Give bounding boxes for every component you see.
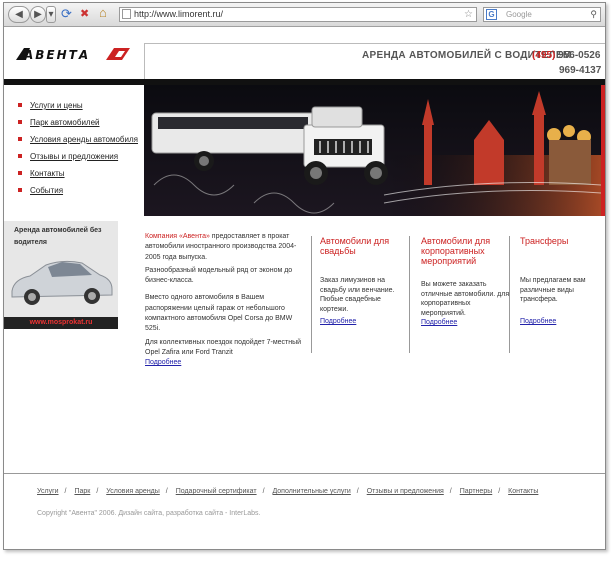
bookmark-star-icon[interactable]: ☆	[464, 8, 473, 21]
footer-link-reviews[interactable]: Отзывы и предложения	[367, 488, 444, 495]
transfers-text: Мы предлагаем вам различные виды трансфе…	[520, 277, 586, 304]
corporate-more-link[interactable]: Подробнее	[421, 319, 457, 326]
nav-item-contacts[interactable]: Контакты	[16, 169, 138, 186]
wedding-title[interactable]: Автомобили для свадьбы	[320, 236, 408, 256]
home-icon[interactable]: ⌂	[99, 6, 107, 20]
footer-separator: /	[165, 488, 168, 495]
browser-window: ◀ ▶ ▾ ⟳ ✖ ⌂ http://www.limorent.ru/ ☆ G …	[3, 2, 606, 550]
intro-text: Компания «Авента» предоставляет в прокат…	[145, 232, 305, 369]
phone-number-1: 956-0526	[558, 50, 601, 61]
promo-title: Аренда автомобилей без водителя	[14, 227, 102, 246]
phone-primary: (495) 956-0526	[532, 50, 600, 61]
intro-p3: Вместо одного автомобиля в Вашем распоря…	[145, 294, 293, 333]
search-placeholder: Google	[506, 10, 532, 19]
company-name: Компания «Авента»	[145, 233, 210, 240]
transfers-more-link[interactable]: Подробнее	[520, 318, 556, 325]
service-transfers: Трансферы Мы предлагаем вам различные ви…	[520, 236, 605, 325]
address-text: http://www.limorent.ru/	[134, 9, 224, 19]
corporate-text: Вы можете заказать отличные автомобили. …	[421, 281, 510, 317]
footer-separator: /	[262, 488, 265, 495]
footer-link-gift[interactable]: Подарочный сертификат	[176, 488, 257, 495]
footer-separator: /	[96, 488, 99, 495]
search-icon[interactable]: ⚲	[590, 8, 597, 21]
footer-nav: Услуги / Парк / Условия аренды / Подарочный…	[37, 488, 538, 495]
reload-icon[interactable]: ⟳	[61, 7, 72, 21]
nav-item-rental-terms[interactable]: Условия аренды автомобиля	[16, 135, 138, 152]
limousine-kremlin-image	[144, 85, 601, 216]
column-divider	[311, 236, 312, 353]
intro-more-link[interactable]: Подробнее	[145, 359, 181, 366]
nav-item-events[interactable]: События	[16, 186, 138, 203]
promo-url[interactable]: www.mosprokat.ru	[4, 317, 118, 329]
forward-arrow-icon[interactable]: ▶	[30, 6, 46, 23]
phone-code: (495)	[532, 50, 556, 61]
page-icon	[122, 9, 131, 19]
back-arrow-icon[interactable]: ◀	[8, 6, 30, 23]
hero-banner	[144, 85, 601, 216]
intro-p4: Для коллективных поездок подойдет 7-мест…	[145, 338, 302, 356]
footer-link-partners[interactable]: Партнеры	[460, 488, 493, 495]
address-bar[interactable]: http://www.limorent.ru/ ☆	[119, 7, 477, 22]
footer-separator: /	[356, 488, 359, 495]
header-vertical-divider	[144, 43, 145, 79]
car-image	[11, 260, 113, 305]
wedding-text: Заказ лимузинов на свадьбу или венчание.…	[320, 277, 395, 313]
rental-promo-banner[interactable]: Аренда автомобилей без водителя www.mosp…	[4, 221, 118, 329]
wedding-more-link[interactable]: Подробнее	[320, 318, 356, 325]
footer-link-contacts[interactable]: Контакты	[508, 488, 538, 495]
footer-link-terms[interactable]: Условия аренды	[106, 488, 160, 495]
browser-toolbar: ◀ ▶ ▾ ⟳ ✖ ⌂ http://www.limorent.ru/ ☆ G …	[4, 3, 605, 27]
stop-icon[interactable]: ✖	[80, 7, 89, 21]
nav-item-services[interactable]: Услуги и цены	[16, 101, 138, 118]
footer-separator: /	[64, 488, 67, 495]
svg-text:АВЕНТА: АВЕНТА	[23, 48, 90, 61]
hero-accent-bar	[601, 85, 605, 216]
nav-item-reviews[interactable]: Отзывы и предложения	[16, 152, 138, 169]
service-wedding: Автомобили для свадьбы Заказ лимузинов н…	[320, 236, 408, 325]
corporate-title[interactable]: Автомобили для корпоративных мероприятий	[421, 236, 509, 266]
footer-link-services[interactable]: Услуги	[37, 488, 59, 495]
service-corporate: Автомобили для корпоративных мероприятий…	[421, 236, 509, 326]
search-box[interactable]: G Google ⚲	[483, 7, 601, 22]
intro-p2: Разнообразный модельный ряд от эконом до…	[145, 266, 293, 285]
footer-separator: /	[498, 488, 501, 495]
nav-item-fleet[interactable]: Парк автомобилей	[16, 118, 138, 135]
footer-link-fleet[interactable]: Парк	[74, 488, 90, 495]
footer-divider	[4, 473, 605, 474]
google-icon[interactable]: G	[486, 9, 497, 20]
phone-number-2: 969-4137	[559, 65, 602, 76]
header-divider	[144, 43, 605, 44]
footer-link-extra[interactable]: Дополнительные услуги	[272, 488, 350, 495]
main-nav: Услуги и цены Парк автомобилей Условия а…	[16, 101, 138, 203]
transfers-title[interactable]: Трансферы	[520, 236, 605, 246]
aventa-logo[interactable]: АВЕНТА	[16, 47, 130, 61]
footer-separator: /	[449, 488, 452, 495]
history-dropdown-icon[interactable]: ▾	[46, 6, 56, 23]
copyright: Copyright "Авента" 2006. Дизайн сайта, р…	[37, 510, 261, 517]
